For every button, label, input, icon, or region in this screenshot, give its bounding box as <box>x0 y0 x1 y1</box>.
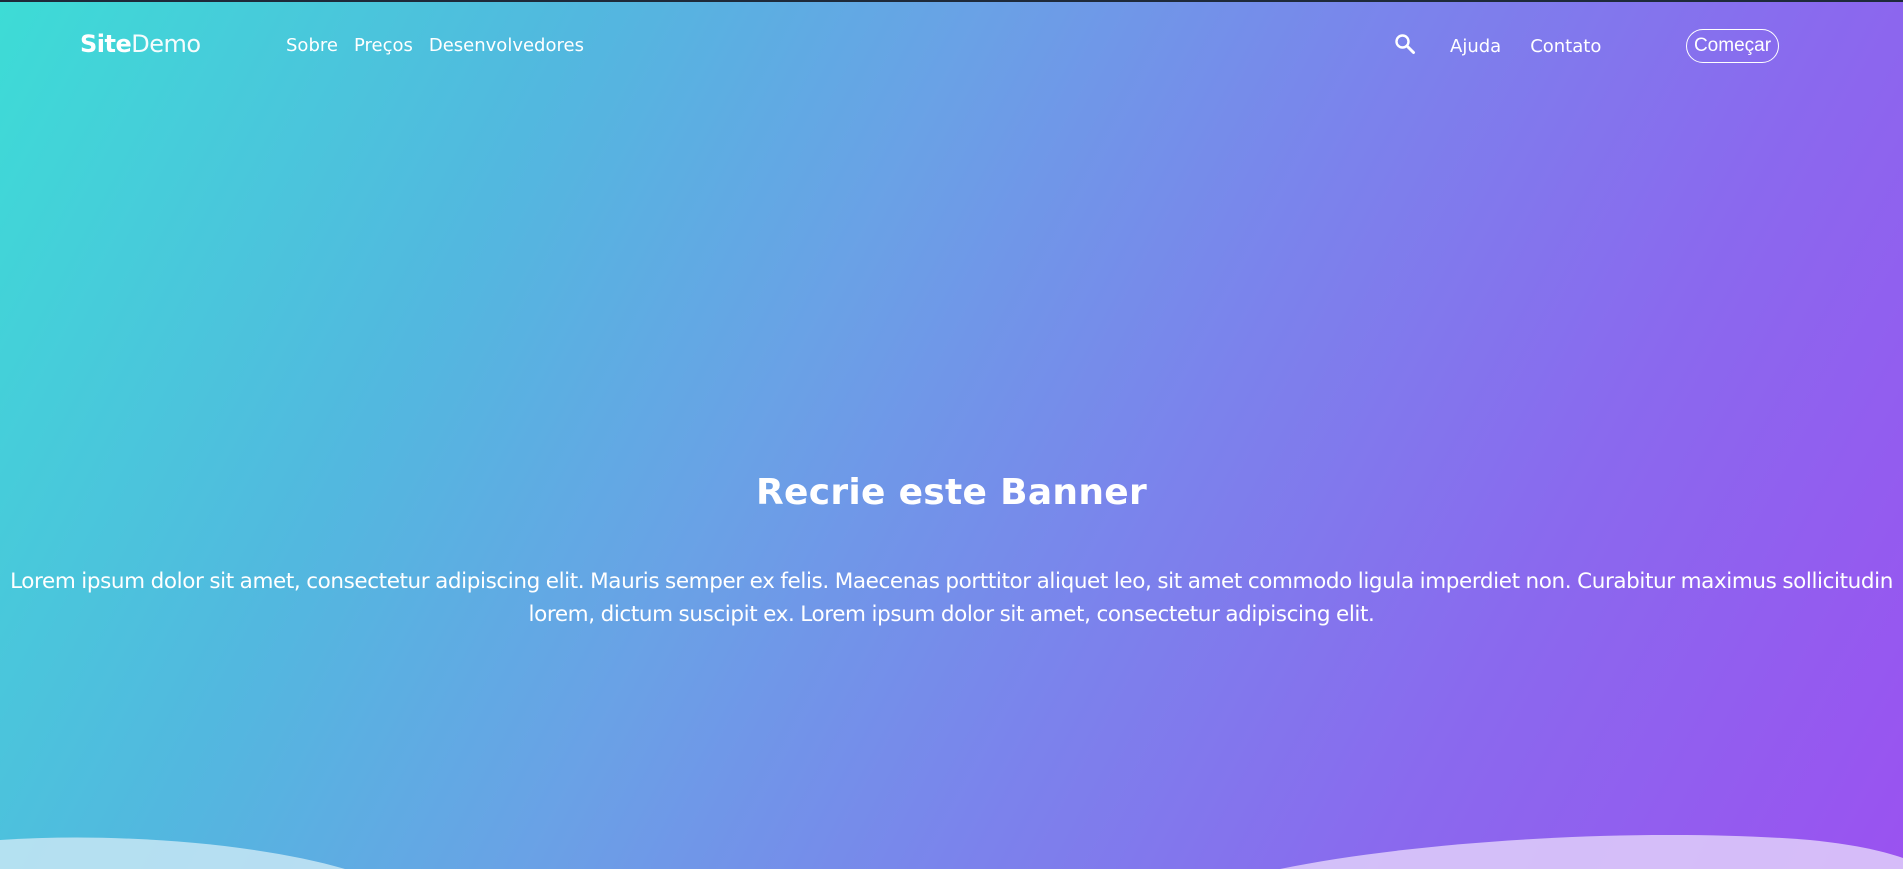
nav-link-ajuda[interactable]: Ajuda <box>1450 36 1501 57</box>
search-icon[interactable] <box>1394 33 1416 55</box>
hero-banner: SiteDemo Sobre Preços Desenvolvedores Aj… <box>0 2 1903 869</box>
get-started-button[interactable]: Começar <box>1686 29 1779 63</box>
hero-description: Lorem ipsum dolor sit amet, consectetur … <box>10 569 1893 627</box>
nav-link-precos[interactable]: Preços <box>354 35 413 56</box>
nav-link-contato[interactable]: Contato <box>1530 36 1601 57</box>
top-navigation: SiteDemo Sobre Preços Desenvolvedores Aj… <box>0 2 1903 88</box>
hero-title: Recrie este Banner <box>755 472 1148 513</box>
secondary-nav-links: Ajuda Contato <box>1450 36 1601 57</box>
bottom-wave-decoration <box>0 834 1903 869</box>
nav-link-desenvolvedores[interactable]: Desenvolvedores <box>429 35 584 56</box>
site-logo[interactable]: SiteDemo <box>80 30 201 58</box>
primary-nav-links: Sobre Preços Desenvolvedores <box>286 35 584 56</box>
logo-strong-text: Site <box>80 30 132 58</box>
nav-link-sobre[interactable]: Sobre <box>286 35 338 56</box>
logo-light-text: Demo <box>131 30 201 58</box>
